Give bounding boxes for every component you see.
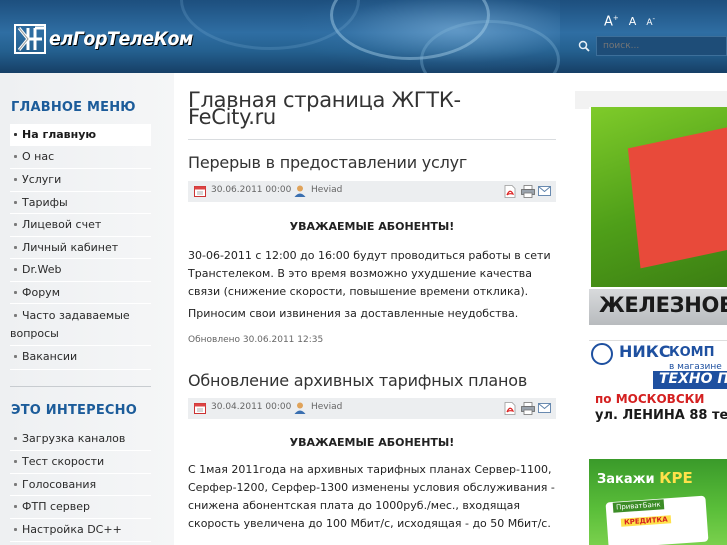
bullet-icon <box>14 132 17 136</box>
calendar-icon <box>194 403 206 414</box>
menu-item-account[interactable]: Лицевой счет <box>10 214 151 237</box>
print-icon[interactable] <box>521 185 535 198</box>
bullet-icon <box>14 504 17 508</box>
bullet-icon <box>14 459 17 463</box>
menu-item-channel-load[interactable]: Загрузка каналов <box>10 428 151 451</box>
main-menu: На главную О нас Услуги Тарифы Лицевой с… <box>10 124 151 370</box>
search-input[interactable] <box>596 36 727 56</box>
print-icon[interactable] <box>521 402 535 415</box>
menu-item-home[interactable]: На главную <box>10 124 151 146</box>
article-heading: УВАЖАЕМЫЕ АБОНЕНТЫ! <box>289 436 455 449</box>
main-menu-heading: ГЛАВНОЕ МЕНЮ <box>11 100 136 115</box>
bullet-icon <box>14 436 17 440</box>
page-title: Главная страница ЖГТК-FeCity.ru <box>188 88 461 129</box>
email-icon[interactable] <box>538 403 551 413</box>
menu-item-speed-test[interactable]: Тест скорости <box>10 451 151 474</box>
article-title[interactable]: Обновление архивных тарифных планов <box>188 371 527 390</box>
search-icon[interactable] <box>578 40 590 52</box>
font-reset-button[interactable]: A <box>629 15 637 28</box>
menu-item-polls[interactable]: Голосования <box>10 474 151 496</box>
article-heading: УВАЖАЕМЫЕ АБОНЕНТЫ! <box>289 220 455 233</box>
niks-logo-icon <box>591 343 613 365</box>
logo-text: елГорТелеКом <box>49 28 193 50</box>
banner-niks-address: ул. ЛЕНИНА 88 те <box>595 408 727 423</box>
calendar-icon <box>194 186 206 197</box>
menu-item-vacancies[interactable]: Вакансии <box>10 346 151 370</box>
site-logo[interactable]: елГорТелеКом <box>14 21 205 57</box>
bullet-icon <box>14 290 17 294</box>
article-paragraph: С 1мая 2011года на архивных тарифных пла… <box>188 463 555 530</box>
site-header: елГорТелеКом A+ A A- <box>0 0 727 73</box>
banner-niks-title-suffix: КОМП <box>669 345 715 360</box>
banner-niks-store: ТЕХНО ПА <box>653 371 727 389</box>
article-meta-bar: 30.04.2011 00:00 Heviad <box>188 398 556 419</box>
menu-item-cabinet[interactable]: Личный кабинет <box>10 237 151 259</box>
title-divider <box>188 139 556 140</box>
menu-item-about[interactable]: О нас <box>10 146 151 169</box>
article-paragraph: Приносим свои извинения за доставленные … <box>188 307 519 320</box>
left-sidebar: ГЛАВНОЕ МЕНЮ На главную О нас Услуги Тар… <box>0 73 174 545</box>
banner-red-cube <box>627 125 727 269</box>
banner-niks-location: по МОСКОВСКИ <box>595 392 705 406</box>
banner-credit-ad[interactable]: Закажи КРЕ ПриватБанк КРЕДИТКА <box>589 459 727 545</box>
menu-item-faq[interactable]: Часто задаваемые вопросы <box>10 304 151 346</box>
bullet-icon <box>14 222 17 226</box>
bullet-icon <box>14 154 17 158</box>
interesting-menu: Загрузка каналов Тест скорости Голосован… <box>10 428 151 542</box>
menu-item-dc-settings[interactable]: Настройка DC++ <box>10 519 151 542</box>
banner-niks-title: НИКС <box>619 342 671 361</box>
article-date: 30.06.2011 00:00 <box>211 185 292 195</box>
bullet-icon <box>14 527 17 531</box>
article-date: 30.04.2011 00:00 <box>211 402 292 412</box>
user-icon <box>294 185 306 197</box>
menu-item-tariffs[interactable]: Тарифы <box>10 192 151 214</box>
user-icon <box>294 402 306 414</box>
bullet-icon <box>14 200 17 204</box>
bullet-icon <box>14 245 17 249</box>
interesting-heading: ЭТО ИНТЕРЕСНО <box>11 403 137 418</box>
article-author: Heviad <box>311 185 343 195</box>
banner-hardware-ad[interactable]: ЖЕЛЕЗНОЕ <box>589 107 727 325</box>
logo-mark-icon <box>14 24 46 54</box>
article-author: Heviad <box>311 402 343 412</box>
bullet-icon <box>14 482 17 486</box>
sidebar-divider <box>10 386 151 387</box>
article-updated: Обновлено 30.06.2011 12:35 <box>188 335 324 345</box>
menu-item-drweb[interactable]: Dr.Web <box>10 259 151 282</box>
article-title[interactable]: Перерыв в предоставлении услуг <box>188 153 467 172</box>
banner-niks-ad[interactable]: НИКС КОМП в магазине ТЕХНО ПА по МОСКОВС… <box>589 340 727 424</box>
article-paragraph: 30-06-2011 с 12:00 до 16:00 будут провод… <box>188 249 551 298</box>
menu-item-forum[interactable]: Форум <box>10 282 151 304</box>
email-icon[interactable] <box>538 186 551 196</box>
menu-item-services[interactable]: Услуги <box>10 169 151 192</box>
font-decrease-button[interactable]: A- <box>646 15 655 28</box>
right-banner-column: ЖЕЛЕЗНОЕ НИКС КОМП в магазине ТЕХНО ПА п… <box>575 91 727 545</box>
main-content: Главная страница ЖГТК-FeCity.ru Перерыв … <box>188 73 556 545</box>
bullet-icon <box>14 267 17 271</box>
bullet-icon <box>14 313 17 317</box>
bullet-icon <box>14 354 17 358</box>
font-increase-button[interactable]: A+ <box>604 14 619 29</box>
font-size-controls: A+ A A- <box>604 14 655 29</box>
banner-credit-text: Закажи КРЕ <box>597 469 693 487</box>
banner-hardware-text: ЖЕЛЕЗНОЕ <box>599 293 727 317</box>
article-meta-bar: 30.06.2011 00:00 Heviad <box>188 181 556 202</box>
pdf-icon[interactable] <box>504 402 516 415</box>
bullet-icon <box>14 177 17 181</box>
menu-item-ftp[interactable]: ФТП сервер <box>10 496 151 519</box>
pdf-icon[interactable] <box>504 185 516 198</box>
